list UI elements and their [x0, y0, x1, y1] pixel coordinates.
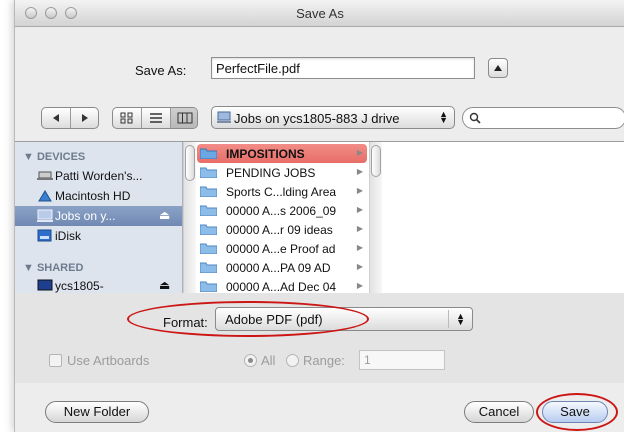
save-as-dialog: Save As Save As: PerfectFile.pdf Jobs on… — [14, 0, 624, 432]
sidebar-item-idisk[interactable]: iDisk — [15, 226, 182, 246]
grid-icon — [120, 112, 133, 124]
folder-icon — [200, 148, 217, 159]
list-icon — [150, 113, 162, 123]
folder-icon — [200, 186, 217, 197]
sidebar-item-jobs-drive[interactable]: Jobs on y... ⏏ — [15, 206, 182, 226]
filename-input[interactable]: PerfectFile.pdf — [211, 57, 475, 79]
folder-icon — [200, 262, 217, 273]
folder-icon — [200, 243, 217, 254]
laptop-icon — [37, 171, 53, 180]
nav-back-forward — [41, 107, 99, 129]
arrow-right-icon — [82, 114, 88, 122]
search-field[interactable] — [462, 107, 624, 129]
folder-icon — [200, 205, 217, 216]
chevron-updown-icon: ▲ ▼ — [456, 311, 465, 327]
folder-item[interactable]: PENDING JOBS ▶ — [197, 163, 367, 182]
disclosure-arrow-icon: ▶ — [356, 262, 363, 271]
search-icon — [469, 112, 481, 124]
options-panel: Format: Adobe PDF (pdf) ▲ ▼ Use Artboards… — [15, 293, 624, 383]
back-button[interactable] — [42, 108, 71, 128]
idisk-icon — [37, 229, 52, 242]
disclosure-arrow-icon: ▶ — [356, 148, 363, 157]
location-popup[interactable]: Jobs on ycs1805-883 J drive ▲ ▼ — [211, 106, 455, 129]
folder-item[interactable]: 00000 A...s 2006_09 ▶ — [197, 201, 367, 220]
arrow-left-icon — [53, 114, 59, 122]
view-mode-control — [112, 107, 198, 129]
range-label: Range: — [303, 353, 345, 368]
folder-item[interactable]: IMPOSITIONS ▶ — [197, 144, 367, 163]
list-view-button[interactable] — [142, 108, 171, 128]
folder-item[interactable]: 00000 A...PA 09 AD ▶ — [197, 258, 367, 277]
sidebar: ▼ DEVICES Patti Worden's... Macintosh HD… — [15, 142, 183, 293]
browser-column-2 — [382, 142, 624, 293]
save-as-label: Save As: — [135, 63, 187, 78]
folder-icon — [200, 281, 217, 292]
folder-icon — [200, 167, 217, 178]
file-browser: ▼ DEVICES Patti Worden's... Macintosh HD… — [15, 141, 624, 294]
folder-item[interactable]: 00000 A...r 09 ideas ▶ — [197, 220, 367, 239]
folder-item[interactable]: Sports C...lding Area ▶ — [197, 182, 367, 201]
disclosure-arrow-icon: ▶ — [356, 243, 363, 252]
sidebar-item-label: Macintosh HD — [55, 189, 131, 203]
folder-icon — [200, 224, 217, 235]
annotation-oval-save — [536, 393, 618, 431]
sidebar-item-label: Patti Worden's... — [55, 169, 143, 183]
monitor-icon — [37, 279, 53, 291]
sidebar-header-shared: ▼ SHARED — [23, 262, 84, 274]
network-drive-icon — [37, 209, 53, 222]
all-radio[interactable] — [244, 354, 257, 367]
columns-icon — [177, 112, 193, 124]
all-label: All — [261, 353, 276, 368]
new-folder-button[interactable]: New Folder — [45, 401, 149, 423]
network-drive-icon — [217, 111, 231, 123]
folder-item[interactable]: 00000 A...Ad Dec 04 ▶ — [197, 277, 367, 293]
icon-view-button[interactable] — [113, 108, 142, 128]
range-input[interactable]: 1 — [359, 350, 445, 370]
disclosure-arrow-icon: ▶ — [356, 167, 363, 176]
folder-item[interactable]: 00000 A...e Proof ad ▶ — [197, 239, 367, 258]
cancel-button[interactable]: Cancel — [464, 401, 534, 423]
chevron-updown-icon: ▲ ▼ — [439, 109, 448, 125]
disclosure-arrow-icon: ▶ — [356, 186, 363, 195]
sidebar-item-patti-worden[interactable]: Patti Worden's... — [15, 166, 182, 186]
sidebar-item-label: iDisk — [55, 229, 81, 243]
hard-drive-icon — [38, 190, 52, 202]
disclosure-arrow-icon: ▶ — [356, 205, 363, 214]
column-view-button[interactable] — [171, 108, 197, 128]
disclosure-arrow-icon: ▶ — [356, 224, 363, 233]
sidebar-item-label: ycs1805- — [55, 279, 104, 293]
use-artboards-checkbox[interactable] — [49, 354, 62, 367]
title-bar: Save As — [15, 0, 624, 27]
triangle-up-icon — [494, 65, 502, 71]
sidebar-item-macintosh-hd[interactable]: Macintosh HD — [15, 186, 182, 206]
folder-list: IMPOSITIONS ▶ PENDING JOBS ▶ Sports C...… — [183, 142, 373, 293]
window-title: Save As — [296, 6, 344, 21]
sidebar-item-ycs1805[interactable]: ycs1805- ⏏ — [15, 276, 182, 293]
use-artboards-label: Use Artboards — [67, 353, 150, 368]
eject-icon[interactable]: ⏏ — [159, 208, 170, 222]
eject-icon[interactable]: ⏏ — [159, 278, 170, 292]
annotation-oval-format — [127, 301, 369, 337]
disclosure-arrow-icon: ▶ — [356, 281, 363, 290]
sidebar-header-devices: ▼ DEVICES — [23, 151, 86, 163]
range-radio[interactable] — [286, 354, 299, 367]
sidebar-item-label: Jobs on y... — [55, 209, 116, 223]
forward-button[interactable] — [71, 108, 98, 128]
location-label: Jobs on ycs1805-883 J drive — [234, 111, 400, 126]
expand-dialog-button[interactable] — [488, 58, 508, 78]
